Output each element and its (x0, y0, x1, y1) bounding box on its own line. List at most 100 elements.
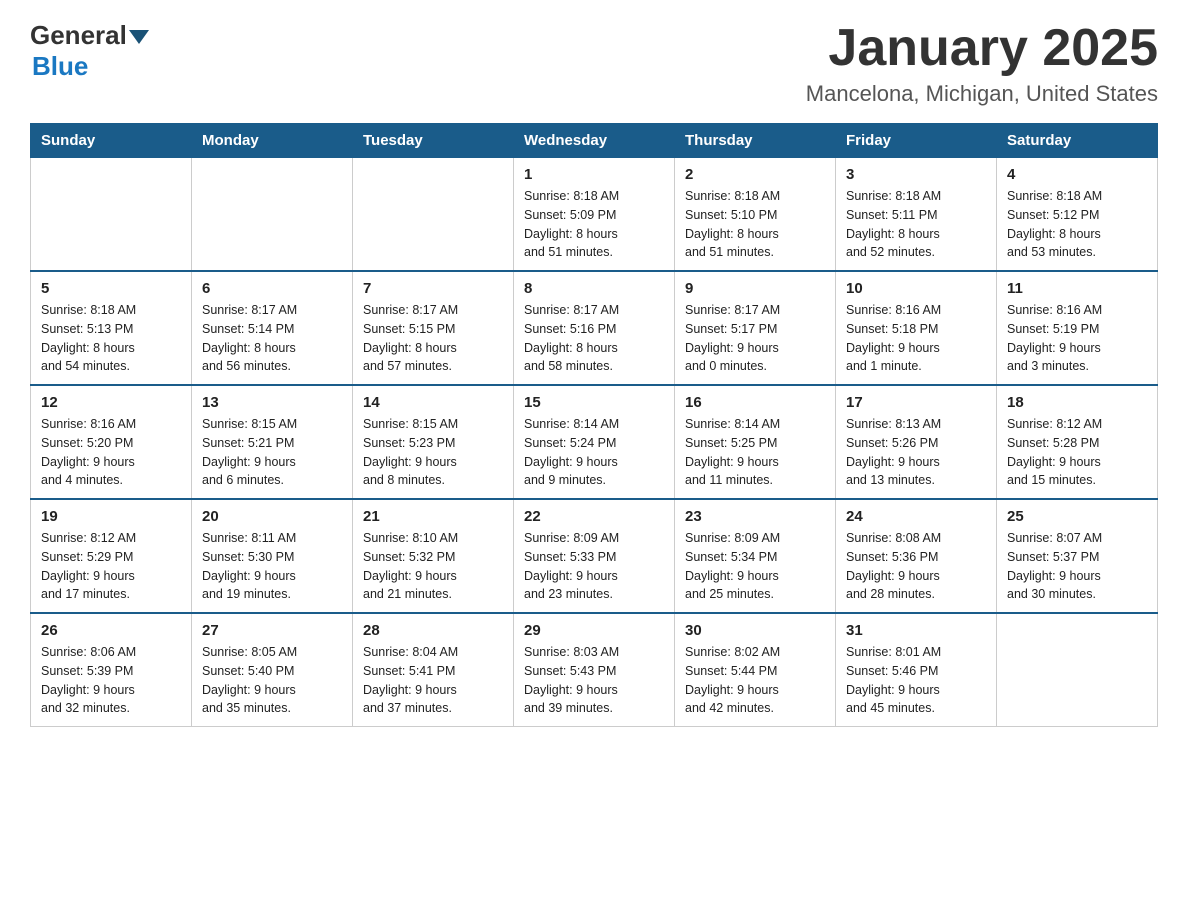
day-number: 8 (524, 280, 664, 297)
calendar-weekday-monday: Monday (192, 124, 353, 158)
day-info: Sunrise: 8:09 AMSunset: 5:34 PMDaylight:… (685, 529, 825, 604)
calendar-weekday-saturday: Saturday (997, 124, 1158, 158)
calendar-day-27: 27 Sunrise: 8:05 AMSunset: 5:40 PMDayligh… (192, 613, 353, 727)
day-info: Sunrise: 8:14 AMSunset: 5:24 PMDaylight:… (524, 415, 664, 490)
calendar-header-row: SundayMondayTuesdayWednesdayThursdayFrid… (31, 124, 1158, 158)
calendar-week-row: 5Sunrise: 8:18 AMSunset: 5:13 PMDaylight… (31, 271, 1158, 385)
day-info: Sunrise: 8:11 AMSunset: 5:30 PMDaylight:… (202, 529, 342, 604)
day-number: 1 (524, 166, 664, 183)
day-info: Sunrise: 8:03 AMSunset: 5:43 PMDaylight:… (524, 643, 664, 718)
day-info: Sunrise: 8:12 AMSunset: 5:28 PMDaylight:… (1007, 415, 1147, 490)
calendar-day-30: 30 Sunrise: 8:02 AMSunset: 5:44 PMDayligh… (675, 613, 836, 727)
day-info: Sunrise: 8:17 AMSunset: 5:14 PMDaylight:… (202, 301, 342, 376)
calendar-day-4: 4 Sunrise: 8:18 AMSunset: 5:12 PMDaylight… (997, 158, 1158, 272)
calendar-weekday-tuesday: Tuesday (353, 124, 514, 158)
calendar-day-21: 21Sunrise: 8:10 AMSunset: 5:32 PMDayligh… (353, 499, 514, 613)
calendar-day-18: 18 Sunrise: 8:12 AMSunset: 5:28 PMDayligh… (997, 385, 1158, 499)
day-number: 6 (202, 280, 342, 297)
day-info: Sunrise: 8:08 AMSunset: 5:36 PMDaylight:… (846, 529, 986, 604)
day-info: Sunrise: 8:04 AMSunset: 5:41 PMDaylight:… (363, 643, 503, 718)
day-number: 20 (202, 508, 342, 525)
day-info: Sunrise: 8:06 AMSunset: 5:39 PMDaylight:… (41, 643, 181, 718)
calendar-day-31: 31 Sunrise: 8:01 AMSunset: 5:46 PMDayligh… (836, 613, 997, 727)
calendar-day-28: 28 Sunrise: 8:04 AMSunset: 5:41 PMDayligh… (353, 613, 514, 727)
calendar-day-3: 3Sunrise: 8:18 AMSunset: 5:11 PMDaylight… (836, 158, 997, 272)
calendar-week-row: 19 Sunrise: 8:12 AMSunset: 5:29 PMDayligh… (31, 499, 1158, 613)
day-info: Sunrise: 8:12 AMSunset: 5:29 PMDaylight:… (41, 529, 181, 604)
day-info: Sunrise: 8:07 AMSunset: 5:37 PMDaylight:… (1007, 529, 1147, 604)
calendar-table: SundayMondayTuesdayWednesdayThursdayFrid… (30, 123, 1158, 727)
day-number: 10 (846, 280, 986, 297)
day-info: Sunrise: 8:15 AMSunset: 5:23 PMDaylight:… (363, 415, 503, 490)
day-number: 5 (41, 280, 181, 297)
day-number: 19 (41, 508, 181, 525)
day-number: 31 (846, 622, 986, 639)
calendar-day-16: 16 Sunrise: 8:14 AMSunset: 5:25 PMDayligh… (675, 385, 836, 499)
calendar-day-13: 13 Sunrise: 8:15 AMSunset: 5:21 PMDayligh… (192, 385, 353, 499)
calendar-week-row: 12 Sunrise: 8:16 AMSunset: 5:20 PMDayligh… (31, 385, 1158, 499)
day-info: Sunrise: 8:18 AMSunset: 5:09 PMDaylight:… (524, 187, 664, 262)
day-number: 4 (1007, 166, 1147, 183)
day-number: 21 (363, 508, 503, 525)
day-number: 23 (685, 508, 825, 525)
day-info: Sunrise: 8:15 AMSunset: 5:21 PMDaylight:… (202, 415, 342, 490)
calendar-day-26: 26Sunrise: 8:06 AMSunset: 5:39 PMDayligh… (31, 613, 192, 727)
day-number: 12 (41, 394, 181, 411)
day-number: 18 (1007, 394, 1147, 411)
day-info: Sunrise: 8:16 AMSunset: 5:18 PMDaylight:… (846, 301, 986, 376)
day-info: Sunrise: 8:17 AMSunset: 5:15 PMDaylight:… (363, 301, 503, 376)
day-info: Sunrise: 8:09 AMSunset: 5:33 PMDaylight:… (524, 529, 664, 604)
calendar-day-23: 23 Sunrise: 8:09 AMSunset: 5:34 PMDayligh… (675, 499, 836, 613)
day-number: 11 (1007, 280, 1147, 297)
calendar-weekday-friday: Friday (836, 124, 997, 158)
day-info: Sunrise: 8:01 AMSunset: 5:46 PMDaylight:… (846, 643, 986, 718)
day-info: Sunrise: 8:17 AMSunset: 5:17 PMDaylight:… (685, 301, 825, 376)
calendar-empty-cell (997, 613, 1158, 727)
calendar-day-20: 20 Sunrise: 8:11 AMSunset: 5:30 PMDayligh… (192, 499, 353, 613)
calendar-weekday-wednesday: Wednesday (514, 124, 675, 158)
day-number: 27 (202, 622, 342, 639)
title-block: January 2025 Mancelona, Michigan, United… (806, 20, 1158, 107)
calendar-day-24: 24Sunrise: 8:08 AMSunset: 5:36 PMDayligh… (836, 499, 997, 613)
day-number: 15 (524, 394, 664, 411)
calendar-day-7: 7 Sunrise: 8:17 AMSunset: 5:15 PMDaylight… (353, 271, 514, 385)
calendar-weekday-thursday: Thursday (675, 124, 836, 158)
month-title: January 2025 (806, 20, 1158, 77)
calendar-weekday-sunday: Sunday (31, 124, 192, 158)
day-info: Sunrise: 8:02 AMSunset: 5:44 PMDaylight:… (685, 643, 825, 718)
calendar-day-1: 1 Sunrise: 8:18 AMSunset: 5:09 PMDaylight… (514, 158, 675, 272)
day-number: 14 (363, 394, 503, 411)
day-info: Sunrise: 8:18 AMSunset: 5:10 PMDaylight:… (685, 187, 825, 262)
page-header: General Blue January 2025 Mancelona, Mic… (30, 20, 1158, 107)
day-info: Sunrise: 8:18 AMSunset: 5:12 PMDaylight:… (1007, 187, 1147, 262)
day-number: 13 (202, 394, 342, 411)
calendar-week-row: 1 Sunrise: 8:18 AMSunset: 5:09 PMDaylight… (31, 158, 1158, 272)
day-number: 29 (524, 622, 664, 639)
day-number: 28 (363, 622, 503, 639)
day-info: Sunrise: 8:16 AMSunset: 5:20 PMDaylight:… (41, 415, 181, 490)
day-number: 7 (363, 280, 503, 297)
day-info: Sunrise: 8:14 AMSunset: 5:25 PMDaylight:… (685, 415, 825, 490)
day-number: 17 (846, 394, 986, 411)
calendar-day-29: 29 Sunrise: 8:03 AMSunset: 5:43 PMDayligh… (514, 613, 675, 727)
day-number: 30 (685, 622, 825, 639)
day-number: 16 (685, 394, 825, 411)
day-number: 2 (685, 166, 825, 183)
calendar-day-9: 9 Sunrise: 8:17 AMSunset: 5:17 PMDaylight… (675, 271, 836, 385)
calendar-day-11: 11Sunrise: 8:16 AMSunset: 5:19 PMDayligh… (997, 271, 1158, 385)
calendar-day-19: 19 Sunrise: 8:12 AMSunset: 5:29 PMDayligh… (31, 499, 192, 613)
calendar-week-row: 26Sunrise: 8:06 AMSunset: 5:39 PMDayligh… (31, 613, 1158, 727)
logo-general-text: General (30, 20, 127, 51)
calendar-day-6: 6 Sunrise: 8:17 AMSunset: 5:14 PMDaylight… (192, 271, 353, 385)
calendar-empty-cell (31, 158, 192, 272)
day-info: Sunrise: 8:05 AMSunset: 5:40 PMDaylight:… (202, 643, 342, 718)
day-number: 25 (1007, 508, 1147, 525)
day-number: 9 (685, 280, 825, 297)
day-number: 3 (846, 166, 986, 183)
calendar-day-10: 10 Sunrise: 8:16 AMSunset: 5:18 PMDayligh… (836, 271, 997, 385)
calendar-day-25: 25 Sunrise: 8:07 AMSunset: 5:37 PMDayligh… (997, 499, 1158, 613)
location-title: Mancelona, Michigan, United States (806, 81, 1158, 107)
calendar-day-12: 12 Sunrise: 8:16 AMSunset: 5:20 PMDayligh… (31, 385, 192, 499)
calendar-day-5: 5Sunrise: 8:18 AMSunset: 5:13 PMDaylight… (31, 271, 192, 385)
calendar-empty-cell (192, 158, 353, 272)
